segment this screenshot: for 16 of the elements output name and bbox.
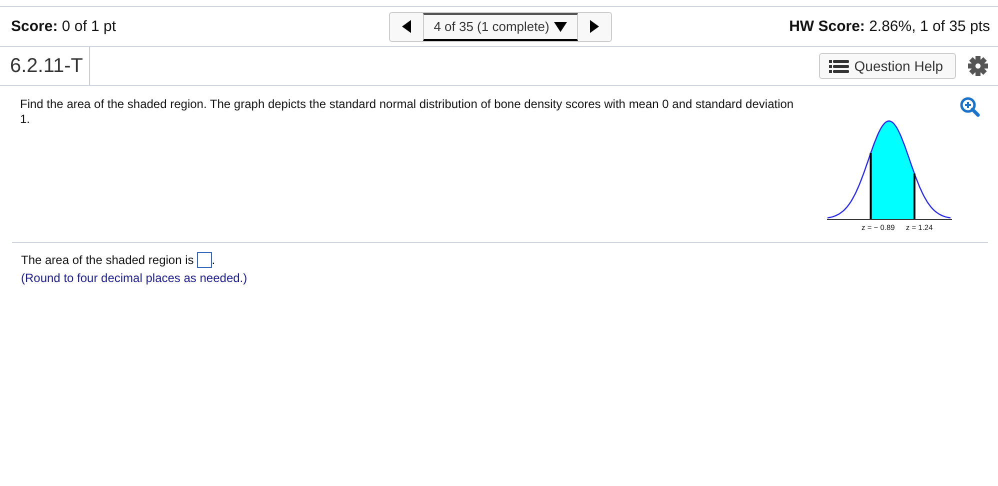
settings-icon[interactable] — [968, 56, 988, 76]
question-text: Find the area of the shaded region. The graph depicts the standard normal distribution of bone density scores with mean 0 and standard deviation 1. — [20, 97, 795, 128]
question-help-button[interactable]: Question Help — [819, 53, 956, 79]
answer-prompt: The area of the shaded region is — [21, 253, 194, 268]
caret-icon — [554, 22, 568, 32]
rounding-hint: (Round to four decimal places as needed.) — [21, 271, 248, 286]
right-triangle-icon — [590, 20, 600, 33]
question-number: 6.2.11-T — [10, 47, 90, 85]
answer-box[interactable] — [196, 252, 212, 268]
hw-score-text: HW Score: 2.86%, 1 of 35 pts — [788, 18, 990, 35]
question-dropdown[interactable]: 4 of 35 (1 complete) — [422, 12, 578, 40]
score-text: Score: 0 of 1 pt — [11, 18, 118, 35]
left-triangle-icon — [402, 20, 411, 33]
zoom-in-icon[interactable] — [960, 97, 980, 117]
list-icon — [829, 60, 850, 72]
period-text: . — [212, 253, 216, 268]
